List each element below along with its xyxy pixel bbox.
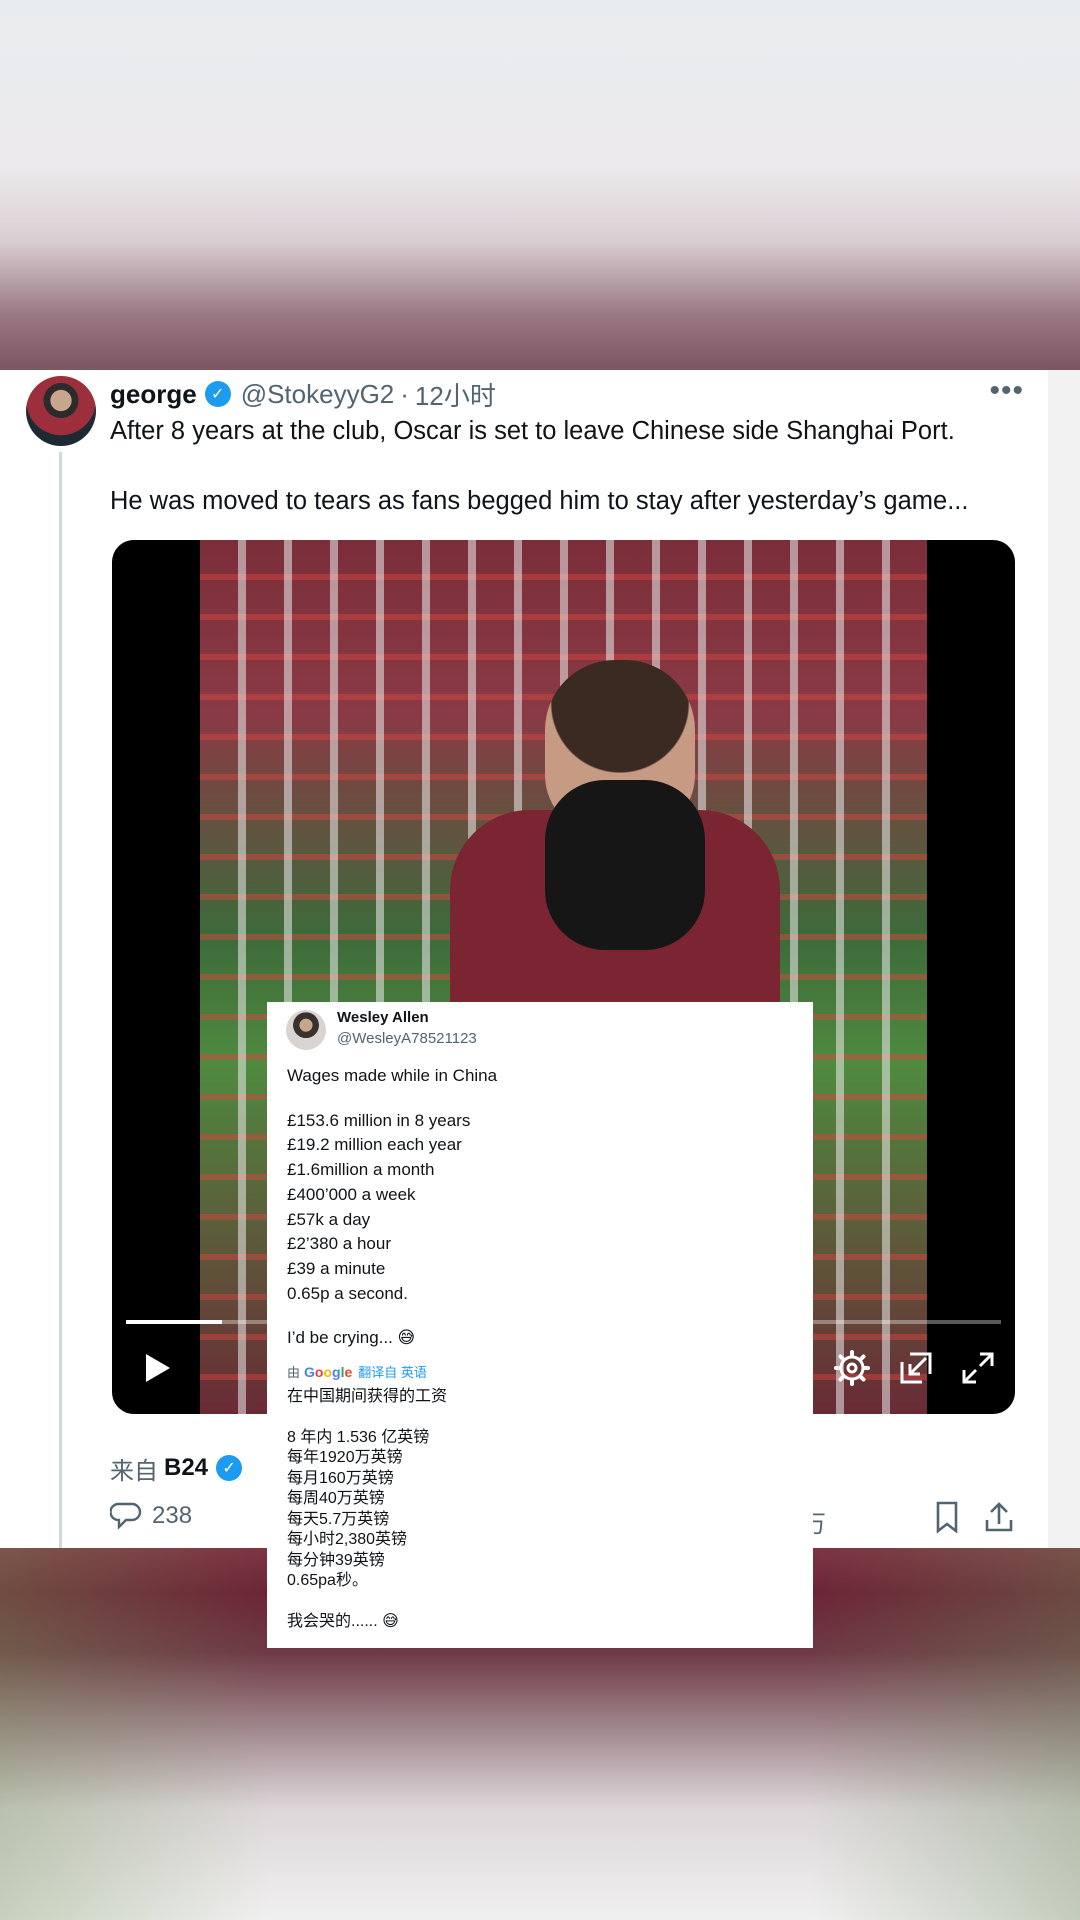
separator-dot: ·	[400, 378, 409, 409]
quote-text-line: 0.65pa秒。	[287, 1572, 368, 1589]
quote-text-line: I’d be crying... 😅	[287, 1328, 416, 1348]
quote-author-name[interactable]: Wesley Allen	[337, 1009, 429, 1026]
translation-bar: 由 Google 翻译自 英语	[287, 1362, 427, 1381]
fullscreen-icon[interactable]	[958, 1348, 998, 1388]
quote-text-line: 每周40万英镑	[287, 1490, 385, 1507]
tweet-text: After 8 years at the club, Oscar is set …	[110, 414, 1020, 554]
quote-text-chinese: 在中国期间获得的工资 8 年内 1.536 亿英镑 每年1920万英镑 每月160万…	[287, 1387, 787, 1632]
quote-text-line: Wages made while in China	[287, 1066, 498, 1085]
tweet-text-line: After 8 years at the club, Oscar is set …	[110, 417, 955, 445]
quote-text-line: £153.6 million in 8 years	[287, 1110, 471, 1130]
play-icon[interactable]	[136, 1348, 176, 1388]
from-source-name[interactable]: B24	[164, 1454, 208, 1482]
verified-badge-icon: ✓	[216, 1455, 243, 1481]
tweet-text-line: He was moved to tears as fans begged him…	[110, 487, 969, 515]
author-display-name[interactable]: george	[110, 379, 197, 410]
quote-text-line: 每小时2,380英镑	[287, 1531, 408, 1548]
gear-icon[interactable]	[832, 1348, 872, 1388]
quote-text-line: £400’000 a week	[287, 1184, 416, 1204]
quote-text-line: 每分钟39英镑	[287, 1551, 385, 1569]
quote-text-line: 0.65p a second.	[287, 1283, 408, 1303]
quoted-tweet-overlay[interactable]: Wesley Allen @WesleyA78521123 Wages made…	[267, 1002, 813, 1648]
quote-avatar[interactable]	[286, 1010, 326, 1050]
quote-text-line: 每天5.7万英镑	[287, 1510, 390, 1528]
share-icon[interactable]	[982, 1500, 1016, 1534]
quote-text-line: £19.2 million each year	[287, 1135, 462, 1155]
more-options-icon[interactable]: •••	[989, 374, 1024, 408]
quote-text-line	[287, 1306, 787, 1326]
quote-text-line: 在中国期间获得的工资	[287, 1388, 448, 1405]
quote-author-handle[interactable]: @WesleyA78521123	[337, 1030, 477, 1047]
tweet-header: george ✓ @StokeyyG2 · 12小时	[110, 376, 496, 412]
thread-line	[59, 452, 62, 1548]
verified-badge-icon: ✓	[204, 381, 231, 407]
source-attribution: 来自 B24 ✓	[110, 1450, 252, 1486]
quote-text-line: 8 年内 1.536 亿英镑	[287, 1428, 430, 1446]
quote-text-english: Wages made while in China £153.6 million…	[287, 1064, 787, 1351]
quote-text-line	[287, 1408, 787, 1428]
reply-count: 238	[152, 1502, 193, 1529]
quote-text-line	[287, 1592, 787, 1612]
bookmark-icon[interactable]	[932, 1500, 962, 1534]
quote-text-line: 每月160万英镑	[287, 1469, 394, 1487]
quote-text-line: £2’380 a hour	[287, 1234, 391, 1254]
quote-text-line: 我会哭的...... 😅	[287, 1612, 399, 1630]
reply-icon	[110, 1502, 142, 1530]
reply-button[interactable]: 238	[110, 1500, 192, 1532]
blurred-background-top	[0, 0, 1080, 370]
avatar[interactable]	[26, 376, 96, 446]
translated-from-link[interactable]: 翻译自 英语	[358, 1362, 427, 1381]
quote-text-line: £57k a day	[287, 1209, 371, 1229]
quote-text-line: 每年1920万英镑	[287, 1449, 403, 1466]
google-logo: Google	[304, 1363, 353, 1380]
quote-text-line: £39 a minute	[287, 1258, 386, 1278]
video-progress-fill	[126, 1320, 223, 1324]
translate-prefix: 由	[287, 1365, 301, 1380]
tweet-timestamp[interactable]: 12小时	[415, 376, 496, 413]
quote-text-line	[287, 1089, 787, 1109]
quote-text-line: £1.6million a month	[287, 1160, 435, 1180]
picture-in-picture-icon[interactable]	[896, 1348, 936, 1388]
from-label: 来自	[110, 1457, 158, 1485]
author-handle[interactable]: @StokeyyG2	[241, 379, 395, 410]
